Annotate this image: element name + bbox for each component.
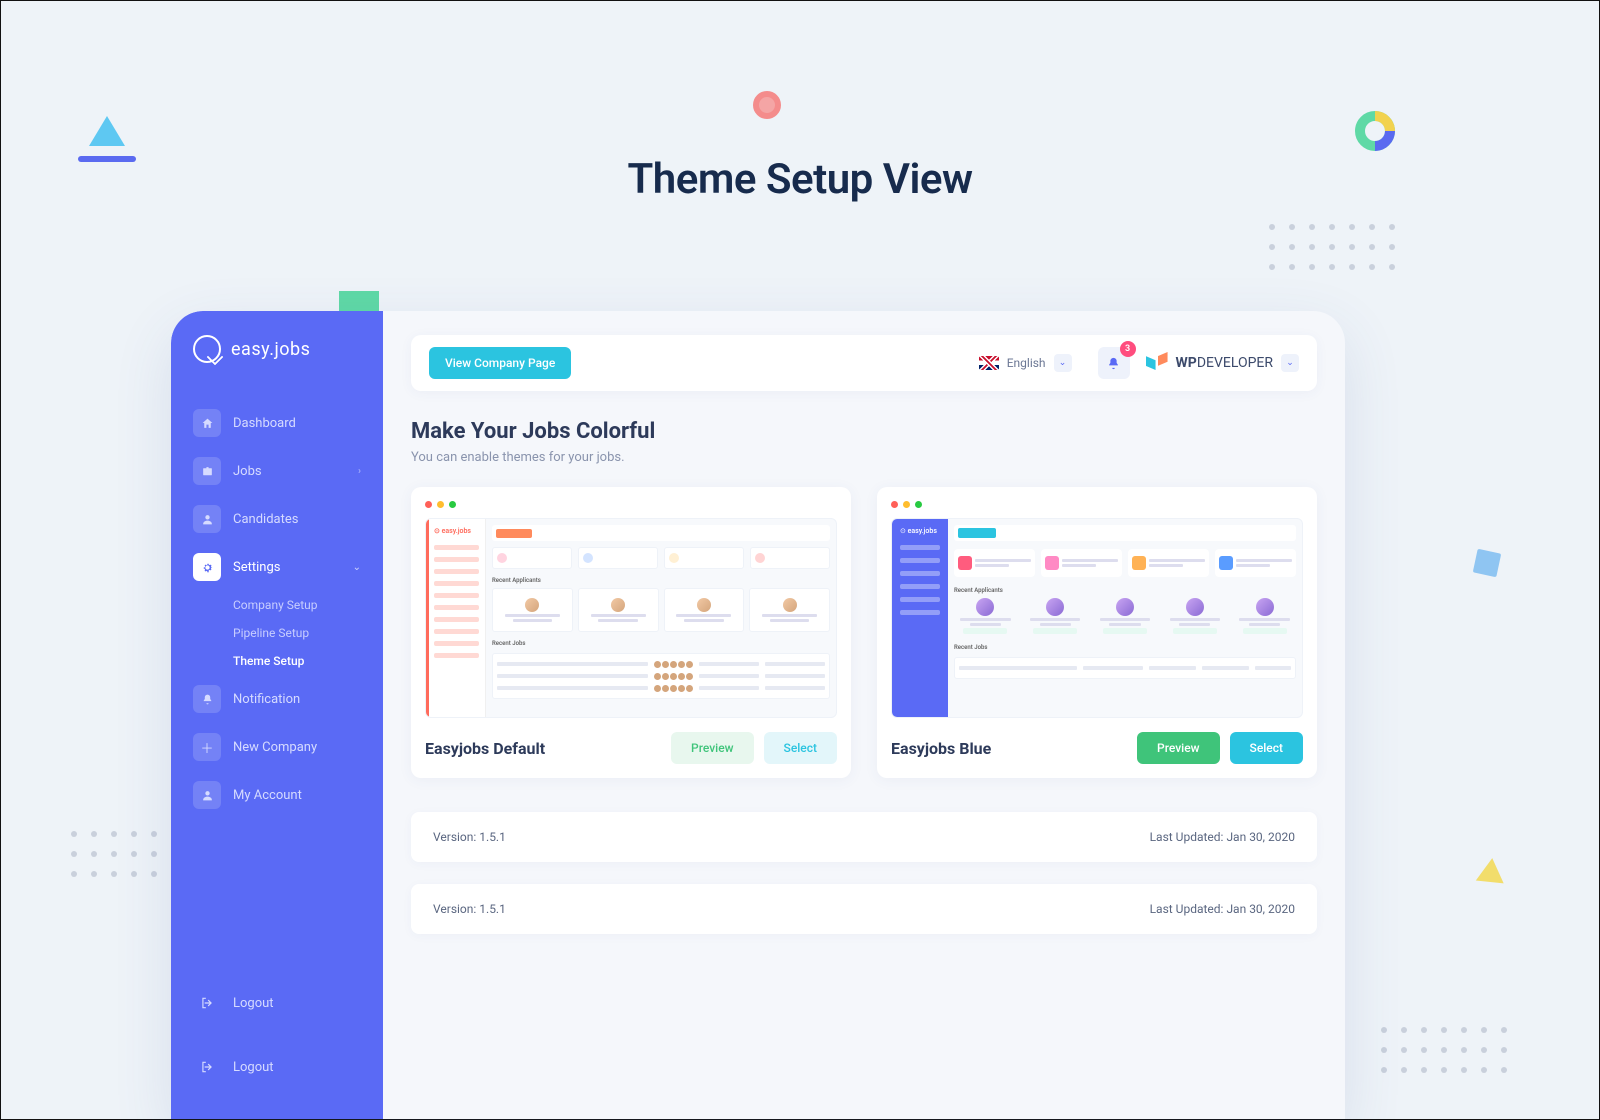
page-title: Theme Setup View — [627, 155, 972, 204]
deco-dots — [1381, 1027, 1507, 1073]
deco-triangle — [89, 116, 125, 146]
traffic-lights-icon — [425, 501, 837, 508]
select-button[interactable]: Select — [1230, 732, 1303, 764]
bell-icon — [1106, 356, 1121, 371]
sidebar-item-label: Logout — [233, 996, 274, 1011]
sidebar-item-new-company[interactable]: ＋ New Company — [171, 723, 383, 771]
deco-square-blue — [1473, 549, 1501, 577]
flag-icon — [979, 356, 999, 370]
sidebar-item-my-account[interactable]: My Account — [171, 771, 383, 819]
brand-label: WPDEVELOPER — [1176, 355, 1273, 371]
chevron-down-icon: ⌄ — [1281, 354, 1299, 372]
sidebar-item-label: Settings — [233, 560, 280, 575]
home-icon — [193, 409, 221, 437]
view-company-button[interactable]: View Company Page — [429, 347, 571, 379]
notification-badge: 3 — [1120, 341, 1136, 357]
sidebar-item-dashboard[interactable]: Dashboard — [171, 399, 383, 447]
notification-button[interactable]: 3 — [1098, 347, 1130, 379]
chevron-down-icon: ⌄ — [353, 562, 361, 573]
sidebar-footer: Logout Logout — [171, 971, 383, 1119]
language-selector[interactable]: English ⌄ — [969, 348, 1082, 378]
sidebar-item-settings[interactable]: Settings ⌄ — [171, 543, 383, 591]
sidebar-item-label: Jobs — [233, 464, 262, 479]
logout-icon — [193, 1053, 221, 1081]
sidebar-sub-theme-setup[interactable]: Theme Setup — [171, 647, 383, 675]
sidebar-item-jobs[interactable]: Jobs › — [171, 447, 383, 495]
sidebar-item-notification[interactable]: Notification — [171, 675, 383, 723]
version-bar: Version: 1.5.1 Last Updated: Jan 30, 202… — [411, 884, 1317, 934]
sidebar-item-label: My Account — [233, 788, 302, 803]
theme-name: Easyjobs Default — [425, 739, 545, 758]
section-heading: Make Your Jobs Colorful — [411, 419, 1317, 444]
version-text: Version: 1.5.1 — [433, 902, 506, 916]
theme-card-default: ⊙ easy.jobs Recent Applicants — [411, 487, 851, 778]
deco-dots — [1269, 224, 1395, 270]
section-subtitle: You can enable themes for your jobs. — [411, 450, 1317, 465]
chevron-down-icon: ⌄ — [1054, 354, 1072, 372]
briefcase-icon — [193, 457, 221, 485]
deco-triangle-yellow — [1476, 857, 1506, 884]
brand-logo-icon — [1146, 352, 1168, 374]
theme-preview-image: ⊙ easy.jobs Recent Applicants — [425, 518, 837, 718]
user-icon — [193, 781, 221, 809]
theme-name: Easyjobs Blue — [891, 739, 991, 758]
chevron-right-icon: › — [358, 466, 361, 477]
version-text: Version: 1.5.1 — [433, 830, 506, 844]
user-icon — [193, 505, 221, 533]
traffic-lights-icon — [891, 501, 1303, 508]
theme-card-blue: ⊙ easy.jobs Recent Applicants — [877, 487, 1317, 778]
sidebar-item-label: New Company — [233, 740, 317, 755]
preview-button[interactable]: Preview — [671, 732, 754, 764]
app-window: easy.jobs Dashboard Jobs › Candidate — [171, 311, 1345, 1119]
sidebar-item-label: Candidates — [233, 512, 298, 527]
nav: Dashboard Jobs › Candidates Settings — [171, 399, 383, 971]
logo: easy.jobs — [171, 335, 383, 399]
preview-button[interactable]: Preview — [1137, 732, 1220, 764]
section-title: Make Your Jobs Colorful — [411, 419, 1317, 444]
sidebar-item-label: Notification — [233, 692, 300, 707]
theme-grid: ⊙ easy.jobs Recent Applicants — [411, 487, 1317, 778]
version-bar: Version: 1.5.1 Last Updated: Jan 30, 202… — [411, 812, 1317, 862]
main-content: View Company Page English ⌄ 3 WPDEVELOPE… — [383, 311, 1345, 1119]
logout-icon — [193, 989, 221, 1017]
deco-ring — [1355, 111, 1395, 151]
sidebar-item-label: Dashboard — [233, 416, 296, 431]
deco-circle-pink — [753, 91, 781, 119]
sidebar-sub-company-setup[interactable]: Company Setup — [171, 591, 383, 619]
select-button[interactable]: Select — [764, 732, 837, 764]
plus-icon: ＋ — [193, 733, 221, 761]
topbar: View Company Page English ⌄ 3 WPDEVELOPE… — [411, 335, 1317, 391]
bell-icon — [193, 685, 221, 713]
brand-selector[interactable]: WPDEVELOPER ⌄ — [1146, 352, 1299, 374]
sidebar-item-candidates[interactable]: Candidates — [171, 495, 383, 543]
theme-preview-image: ⊙ easy.jobs Recent Applicants — [891, 518, 1303, 718]
logo-text: easy.jobs — [231, 339, 310, 360]
updated-text: Last Updated: Jan 30, 2020 — [1150, 830, 1295, 844]
deco-line — [78, 156, 136, 162]
language-label: English — [1007, 356, 1046, 370]
sidebar-sub-pipeline-setup[interactable]: Pipeline Setup — [171, 619, 383, 647]
sidebar-item-label: Logout — [233, 1060, 274, 1075]
gear-icon — [193, 553, 221, 581]
updated-text: Last Updated: Jan 30, 2020 — [1150, 902, 1295, 916]
logout-button[interactable]: Logout — [171, 1035, 383, 1099]
sidebar: easy.jobs Dashboard Jobs › Candidate — [171, 311, 383, 1119]
logo-icon — [193, 335, 221, 363]
logout-button[interactable]: Logout — [171, 971, 383, 1035]
